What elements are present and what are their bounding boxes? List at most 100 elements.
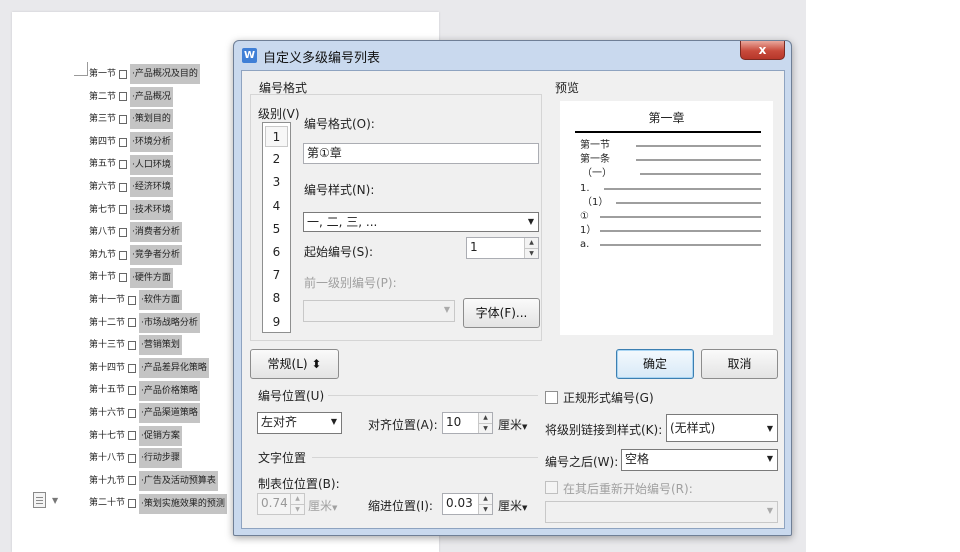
toc-title: ·环境分析 — [130, 132, 173, 153]
align-unit-value: 厘米 — [498, 418, 523, 432]
level-item[interactable]: 1 — [265, 126, 288, 147]
align-select[interactable]: 左对齐 ▼ — [257, 412, 342, 434]
placeholder-box-icon — [128, 499, 137, 509]
close-button[interactable]: x — [740, 41, 785, 60]
toc-line[interactable]: 第三节 ·策划目的 — [89, 108, 227, 131]
toc-number: 第二十节 — [89, 498, 126, 509]
legal-style-checkbox[interactable] — [545, 391, 558, 404]
style-label: 编号样式(N): — [304, 183, 375, 197]
toc-line[interactable]: 第二十节 ·策划实施效果的预测 — [89, 492, 227, 515]
align-unit[interactable]: 厘米▼ — [498, 416, 527, 433]
toc-line[interactable]: 第十八节 ·行动步骤 — [89, 447, 227, 470]
toc-number: 第二节 — [89, 91, 117, 102]
toc-number: 第六节 — [89, 181, 117, 192]
spin-down-icon[interactable]: ▼ — [525, 248, 538, 258]
indent-value: 0.03 — [446, 496, 473, 510]
level-item[interactable]: 7 — [265, 265, 288, 286]
spin-up-icon[interactable]: ▲ — [479, 413, 492, 423]
toc-line[interactable]: 第五节 ·人口环境 — [89, 153, 227, 176]
placeholder-box-icon — [119, 182, 128, 192]
level-item[interactable]: 8 — [265, 288, 288, 309]
toc-line[interactable]: 第八节 ·消费者分析 — [89, 221, 227, 244]
toc-line[interactable]: 第十六节 ·产品渠道策略 — [89, 402, 227, 425]
text-pos-group-line — [312, 457, 538, 458]
after-select[interactable]: 空格 ▼ — [621, 449, 778, 471]
wps-app-icon: W — [242, 48, 257, 63]
dialog-titlebar[interactable]: W 自定义多级编号列表 x — [234, 41, 791, 69]
toc-line[interactable]: 第十九节 ·广告及活动预算表 — [89, 470, 227, 493]
after-select-value: 空格 — [625, 452, 650, 466]
toc-line[interactable]: 第七节 ·技术环境 — [89, 199, 227, 222]
table-of-contents[interactable]: 第一节 ·产品概况及目的 第二节 ·产品概况 第三节 ·策划目的 第四节 ·环境分析 第五节 ·人… — [89, 63, 227, 515]
toc-line[interactable]: 第十三节 ·营销策划 — [89, 334, 227, 357]
position-group-line — [328, 395, 538, 396]
link-style-label: 将级别链接到样式(K): — [545, 423, 663, 437]
level-list[interactable]: 123 45678 9 — [262, 122, 291, 333]
preview-line-bar — [616, 202, 761, 204]
toc-line[interactable]: 第十二节 ·市场战略分析 — [89, 312, 227, 335]
chevron-down-icon[interactable]: ▼ — [52, 496, 58, 505]
indent-unit[interactable]: 厘米▼ — [498, 497, 527, 514]
start-number-spinner[interactable]: 1 ▲ ▼ — [466, 237, 539, 259]
cancel-button[interactable]: 取消 — [701, 349, 778, 379]
format-label: 编号格式(O): — [304, 117, 375, 131]
ok-button[interactable]: 确定 — [616, 349, 694, 379]
placeholder-box-icon — [128, 408, 137, 418]
toc-title: ·策划目的 — [130, 109, 173, 130]
preview-area: 第一章 第一节 第一条 （一） 1. （1） ① 1） a. — [560, 101, 773, 335]
toc-number: 第十六节 — [89, 407, 126, 418]
toc-title: ·技术环境 — [130, 199, 173, 220]
tab-pos-value: 0.74 — [261, 496, 288, 510]
toc-title: ·产品差异化策略 — [139, 358, 209, 379]
toc-number: 第十四节 — [89, 362, 126, 373]
placeholder-box-icon — [119, 250, 128, 260]
align-pos-spinner[interactable]: 10 ▲ ▼ — [442, 412, 493, 434]
restart-select: ▼ — [545, 501, 778, 523]
placeholder-box-icon — [128, 386, 137, 396]
toc-line[interactable]: 第十七节 ·促销方案 — [89, 425, 227, 448]
toc-line[interactable]: 第四节 ·环境分析 — [89, 131, 227, 154]
position-group-label: 编号位置(U) — [258, 389, 325, 403]
placeholder-box-icon — [128, 340, 137, 350]
normal-toggle-button[interactable]: 常规(L) ⬍ — [250, 349, 339, 379]
prev-level-select: ▼ — [303, 300, 455, 322]
toc-line[interactable]: 第九节 ·竞争者分析 — [89, 244, 227, 267]
placeholder-box-icon — [128, 476, 137, 486]
placeholder-box-icon — [119, 92, 128, 102]
level-item[interactable]: 3 — [265, 172, 288, 193]
level-item[interactable]: 4 — [265, 196, 288, 217]
toc-number: 第十八节 — [89, 453, 126, 464]
indent-spinner[interactable]: 0.03 ▲ ▼ — [442, 493, 493, 515]
align-pos-spin-buttons[interactable]: ▲ ▼ — [478, 413, 492, 433]
toc-number: 第八节 — [89, 227, 117, 238]
toc-line[interactable]: 第一节 ·产品概况及目的 — [89, 63, 227, 86]
style-select[interactable]: 一, 二, 三, ... ▼ — [303, 212, 539, 232]
font-button[interactable]: 字体(F)... — [463, 298, 540, 328]
toc-line[interactable]: 第十四节 ·产品差异化策略 — [89, 357, 227, 380]
restart-checkbox — [545, 481, 558, 494]
format-input[interactable]: 第①章 — [303, 143, 539, 164]
preview-line-label: 1. — [580, 183, 590, 194]
toc-number: 第十节 — [89, 272, 117, 283]
link-style-select[interactable]: (无样式) ▼ — [666, 414, 778, 442]
indent-label: 缩进位置(I): — [368, 499, 433, 513]
align-pos-label: 对齐位置(A): — [368, 418, 438, 432]
level-item[interactable]: 9 — [265, 312, 288, 333]
level-item[interactable]: 6 — [265, 242, 288, 263]
toc-title: ·市场战略分析 — [139, 312, 200, 333]
spin-up-icon[interactable]: ▲ — [479, 494, 492, 504]
toc-line[interactable]: 第十一节 ·软件方面 — [89, 289, 227, 312]
level-item[interactable]: 5 — [265, 219, 288, 240]
spin-down-icon[interactable]: ▼ — [479, 504, 492, 514]
toc-line[interactable]: 第六节 ·经济环境 — [89, 176, 227, 199]
toc-line[interactable]: 第十节 ·硬件方面 — [89, 266, 227, 289]
spin-down-icon[interactable]: ▼ — [479, 423, 492, 433]
document-icon[interactable] — [33, 492, 46, 508]
toc-line[interactable]: 第十五节 ·产品价格策略 — [89, 379, 227, 402]
level-item[interactable]: 2 — [265, 149, 288, 170]
start-spin-buttons[interactable]: ▲ ▼ — [524, 238, 538, 258]
indent-spin-buttons[interactable]: ▲ ▼ — [478, 494, 492, 514]
toc-line[interactable]: 第二节 ·产品概况 — [89, 86, 227, 109]
margin-corner-mark — [74, 62, 88, 76]
spin-up-icon[interactable]: ▲ — [525, 238, 538, 248]
